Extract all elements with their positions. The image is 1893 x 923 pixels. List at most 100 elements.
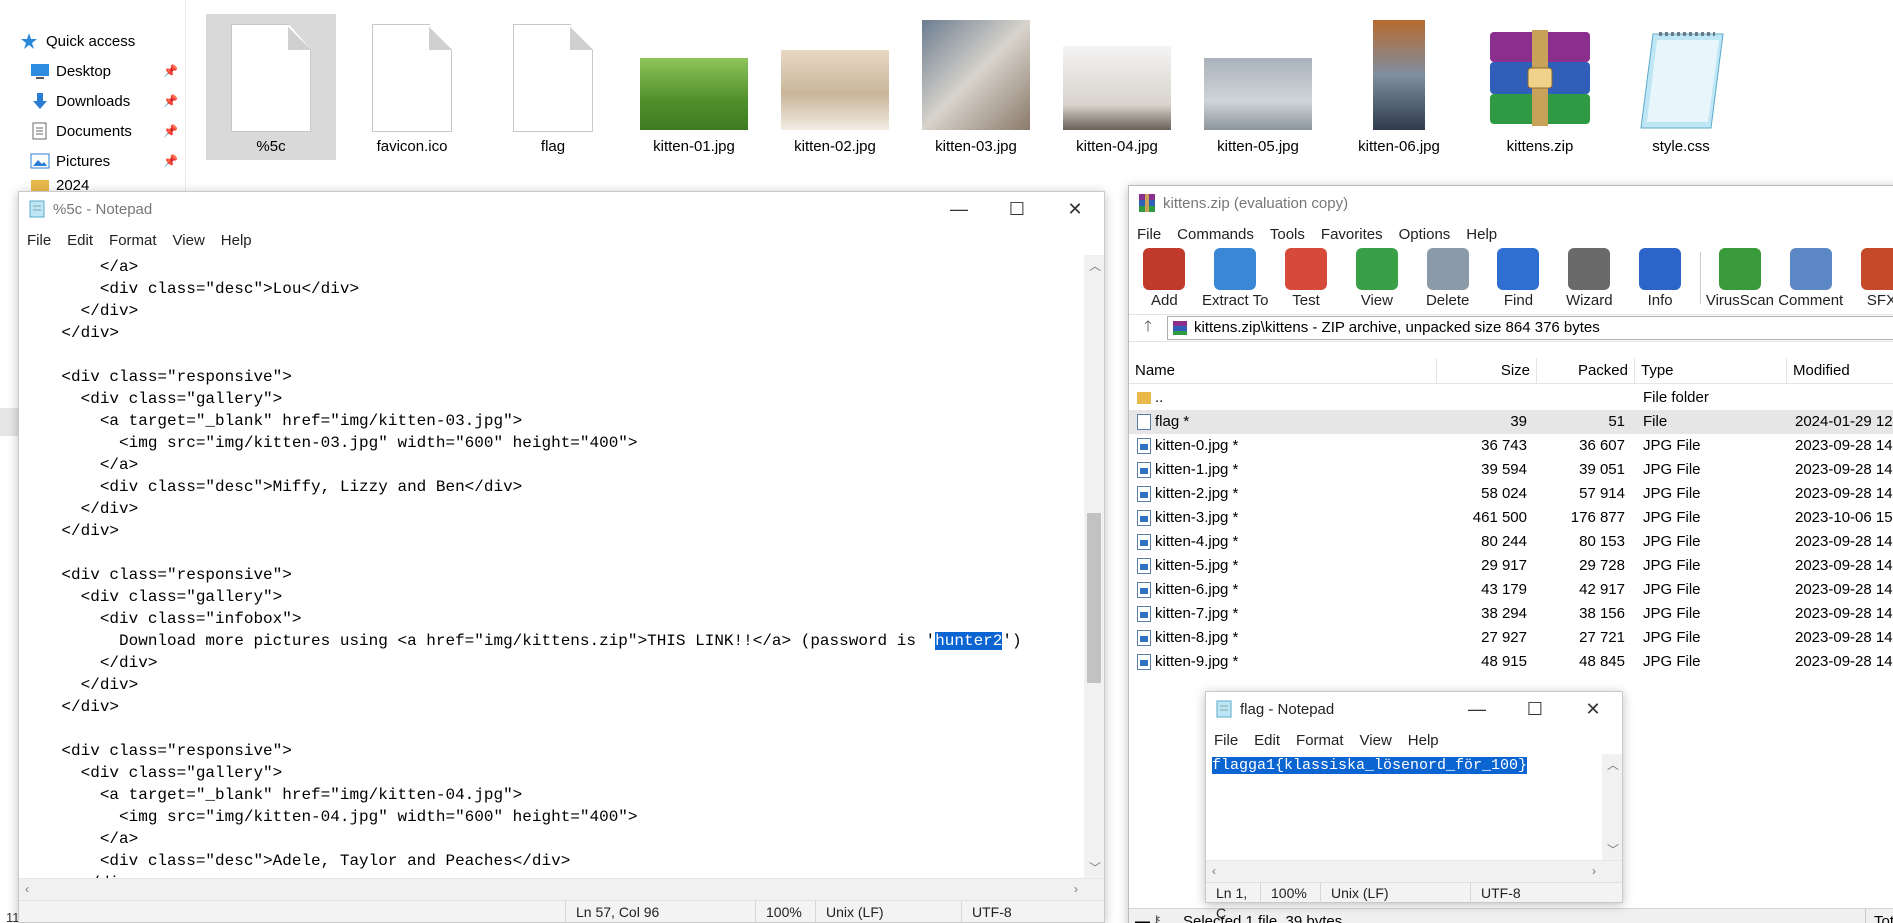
minimize-button[interactable]: — <box>930 192 988 226</box>
flag-text-editor-area[interactable]: flagga1{klassiska_lösenord_för_100} <box>1206 754 1602 860</box>
file-row[interactable]: kitten-6.jpg * 43 179 42 917 JPG File 2023-0… <box>1129 578 1893 602</box>
notepad-window-main[interactable]: %5c - Notepad — ☐ ✕ File Edit Format Vie… <box>18 191 1105 923</box>
menu-file[interactable]: File <box>19 232 59 249</box>
horizontal-scrollbar[interactable]: ‹ › <box>1206 860 1622 882</box>
file-tile-kitten-01[interactable]: kitten-01.jpg <box>629 14 759 160</box>
toolbar-button-test[interactable]: Test <box>1271 244 1342 312</box>
scrollbar-thumb[interactable] <box>1087 513 1101 683</box>
file-row[interactable]: kitten-8.jpg * 27 927 27 721 JPG File 2023-0… <box>1129 626 1893 650</box>
menu-help[interactable]: Help <box>213 232 260 249</box>
vertical-scrollbar[interactable]: ︿ ﹀ <box>1084 255 1104 878</box>
menu-help[interactable]: Help <box>1400 732 1447 749</box>
winrar-titlebar[interactable]: kittens.zip (evaluation copy) <box>1129 186 1893 220</box>
menu-tools[interactable]: Tools <box>1262 226 1313 243</box>
menu-file[interactable]: File <box>1129 226 1169 243</box>
menu-view[interactable]: View <box>165 232 213 249</box>
column-packed[interactable]: Packed <box>1537 358 1635 384</box>
menu-view[interactable]: View <box>1352 732 1400 749</box>
menu-options[interactable]: Options <box>1391 226 1459 243</box>
notepad-titlebar[interactable]: %5c - Notepad — ☐ ✕ <box>19 192 1104 226</box>
file-row[interactable]: kitten-9.jpg * 48 915 48 845 JPG File 2023-0… <box>1129 650 1893 674</box>
toolbar-button-extract-to[interactable]: Extract To <box>1200 244 1271 312</box>
scroll-left-icon[interactable]: ‹ <box>1212 864 1216 878</box>
file-tile-style-css[interactable]: style.css <box>1616 14 1746 160</box>
menu-format[interactable]: Format <box>101 232 165 249</box>
horizontal-scrollbar[interactable]: ‹ › <box>19 878 1104 900</box>
file-tile-kitten-03[interactable]: kitten-03.jpg <box>911 14 1041 160</box>
nav-desktop[interactable]: Desktop 📌 <box>0 57 186 85</box>
file-name: favicon.ico <box>376 138 448 155</box>
scroll-right-icon[interactable]: › <box>1592 864 1596 878</box>
nav-folder-2024[interactable]: 2024 <box>0 177 186 191</box>
text-editor-area[interactable]: </a> <div class="desc">Lou</div> </div> … <box>19 255 1084 878</box>
file-row[interactable]: kitten-5.jpg * 29 917 29 728 JPG File 2023-0… <box>1129 554 1893 578</box>
toolbar-button-delete[interactable]: Delete <box>1412 244 1483 312</box>
close-button[interactable]: ✕ <box>1046 192 1104 226</box>
close-button[interactable]: ✕ <box>1564 692 1622 726</box>
file-row[interactable]: flag * 39 51 File 2024-01-29 12: <box>1129 410 1893 434</box>
menu-format[interactable]: Format <box>1288 732 1352 749</box>
file-tile-kitten-04[interactable]: kitten-04.jpg <box>1052 14 1182 160</box>
flag-text: flagga1{klassiska_lösenord_för_100} <box>1206 754 1602 776</box>
file-tile-5c[interactable]: %5c <box>206 14 336 160</box>
menu-commands[interactable]: Commands <box>1169 226 1262 243</box>
nav-downloads[interactable]: Downloads 📌 <box>0 87 186 115</box>
toolbar-button-info[interactable]: Info <box>1625 244 1696 312</box>
minimize-button[interactable]: — <box>1448 692 1506 726</box>
column-size[interactable]: Size <box>1437 358 1537 384</box>
up-arrow-icon[interactable]: 🡑 <box>1129 316 1167 341</box>
file-row[interactable]: .. File folder <box>1129 386 1893 410</box>
maximize-button[interactable]: ☐ <box>988 192 1046 226</box>
nav-quick-access[interactable]: Quick access <box>0 27 186 55</box>
toolbar-button-label: Extract To <box>1202 292 1269 309</box>
scroll-up-icon[interactable]: ︿ <box>1089 257 1101 274</box>
flag-notepad-titlebar[interactable]: flag - Notepad — ☐ ✕ <box>1206 692 1622 726</box>
pictures-icon <box>30 152 50 170</box>
file-row[interactable]: kitten-3.jpg * 461 500 176 877 JPG File 2023… <box>1129 506 1893 530</box>
toolbar-button-find[interactable]: Find <box>1483 244 1554 312</box>
scroll-down-icon[interactable]: ﹀ <box>1607 841 1619 858</box>
file-tile-kittens-zip[interactable]: kittens.zip <box>1475 14 1605 160</box>
vertical-scrollbar[interactable]: ︿ ﹀ <box>1602 754 1622 860</box>
menu-favorites[interactable]: Favorites <box>1313 226 1391 243</box>
maximize-button[interactable]: ☐ <box>1506 692 1564 726</box>
cursor-position: Ln 1, C <box>1216 885 1248 921</box>
file-size: 27 927 <box>1481 629 1527 646</box>
scroll-down-icon[interactable]: ﹀ <box>1089 859 1101 876</box>
info-icon <box>1639 248 1682 290</box>
file-icon <box>1137 414 1151 430</box>
nav-pictures[interactable]: Pictures 📌 <box>0 147 186 175</box>
file-tile-favicon[interactable]: favicon.ico <box>347 14 477 160</box>
file-tile-kitten-02[interactable]: kitten-02.jpg <box>770 14 900 160</box>
file-tile-kitten-05[interactable]: kitten-05.jpg <box>1193 14 1323 160</box>
column-name[interactable]: Name <box>1129 358 1437 384</box>
toolbar-button-wizard[interactable]: Wizard <box>1554 244 1625 312</box>
notepad-window-flag[interactable]: flag - Notepad — ☐ ✕ File Edit Format Vi… <box>1205 691 1623 921</box>
menu-help[interactable]: Help <box>1458 226 1505 243</box>
toolbar-button-virusscan[interactable]: VirusScan <box>1704 244 1775 312</box>
archive-path-field[interactable]: kittens.zip\kittens - ZIP archive, unpac… <box>1167 316 1893 340</box>
file-row[interactable]: kitten-1.jpg * 39 594 39 051 JPG File 2023-0… <box>1129 458 1893 482</box>
scroll-up-icon[interactable]: ︿ <box>1607 756 1619 773</box>
scroll-left-icon[interactable]: ‹ <box>25 882 29 896</box>
toolbar-button-view[interactable]: View <box>1341 244 1412 312</box>
file-row[interactable]: kitten-0.jpg * 36 743 36 607 JPG File 2023-0… <box>1129 434 1893 458</box>
menu-edit[interactable]: Edit <box>59 232 101 249</box>
document-icon <box>231 24 311 132</box>
toolbar-button-comment[interactable]: Comment <box>1775 244 1846 312</box>
column-type[interactable]: Type <box>1635 358 1787 384</box>
column-modified[interactable]: Modified <box>1787 358 1893 384</box>
file-modified: 2023-09-28 14: <box>1795 533 1893 550</box>
scroll-right-icon[interactable]: › <box>1074 882 1078 896</box>
toolbar-button-add[interactable]: Add <box>1129 244 1200 312</box>
file-tile-flag[interactable]: flag <box>488 14 618 160</box>
file-row[interactable]: kitten-2.jpg * 58 024 57 914 JPG File 2023-0… <box>1129 482 1893 506</box>
menu-file[interactable]: File <box>1206 732 1246 749</box>
file-row[interactable]: kitten-7.jpg * 38 294 38 156 JPG File 2023-0… <box>1129 602 1893 626</box>
desktop: Quick access Desktop 📌 Downloads 📌 Docum… <box>0 0 1893 923</box>
nav-documents[interactable]: Documents 📌 <box>0 117 186 145</box>
file-row[interactable]: kitten-4.jpg * 80 244 80 153 JPG File 2023-0… <box>1129 530 1893 554</box>
file-tile-kitten-06[interactable]: kitten-06.jpg <box>1334 14 1464 160</box>
toolbar-button-sfx[interactable]: SFX <box>1846 244 1893 312</box>
menu-edit[interactable]: Edit <box>1246 732 1288 749</box>
